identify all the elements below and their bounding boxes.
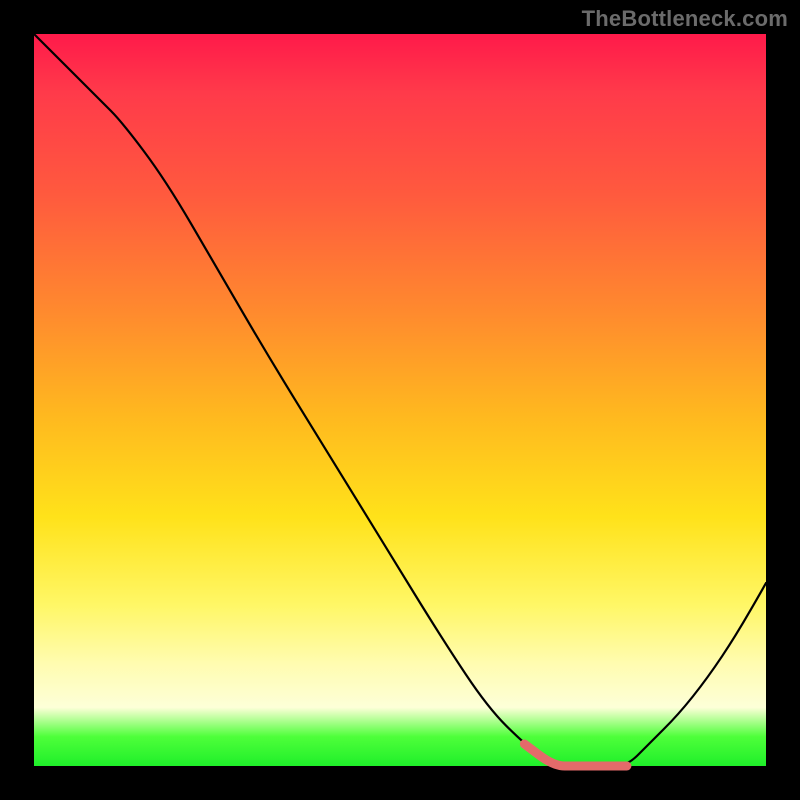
bottleneck-curve — [34, 34, 766, 766]
plot-area — [34, 34, 766, 766]
highlight-segment — [524, 744, 627, 766]
curve-layer — [34, 34, 766, 766]
chart-frame: TheBottleneck.com — [0, 0, 800, 800]
watermark-text: TheBottleneck.com — [582, 6, 788, 32]
